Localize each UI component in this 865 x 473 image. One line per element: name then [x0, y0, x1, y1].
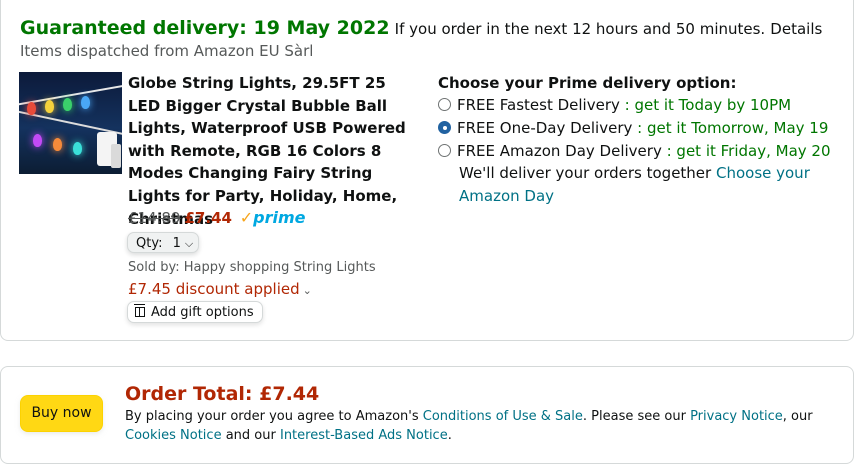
prime-badge: ✓prime [239, 208, 306, 227]
radio-button-selected[interactable] [438, 121, 451, 134]
prime-delivery-heading: Choose your Prime delivery option: [438, 74, 737, 92]
radio-button[interactable] [438, 98, 451, 111]
delivery-headline: Guaranteed delivery: 19 May 2022 [20, 17, 390, 39]
price-row: £14.89 £7.44 ✓prime [128, 208, 306, 227]
product-image[interactable] [19, 72, 122, 174]
add-gift-options-button[interactable]: Add gift options [127, 301, 263, 323]
conditions-link[interactable]: Conditions of Use & Sale [423, 409, 583, 424]
qty-value: 1 [172, 236, 181, 251]
privacy-link[interactable]: Privacy Notice [690, 409, 783, 424]
chevron-down-icon: ⌵ [184, 237, 194, 250]
gift-icon [134, 304, 145, 317]
legal-notice: By placing your order you agree to Amazo… [125, 409, 813, 443]
current-price: £7.44 [184, 209, 232, 227]
delivery-header: Guaranteed delivery: 19 May 2022 If you … [20, 14, 822, 43]
discount-applied[interactable]: £7.45 discount applied ⌄ [128, 280, 312, 298]
ads-notice-link[interactable]: Interest-Based Ads Notice [280, 428, 448, 443]
buy-now-button[interactable]: Buy now [20, 395, 103, 432]
delivery-option-fastest[interactable]: FREE Fastest Delivery : get it Today by … [438, 94, 791, 116]
order-total: Order Total: £7.44 [125, 383, 320, 405]
gift-label: Add gift options [151, 305, 254, 320]
radio-button[interactable] [438, 144, 451, 157]
dispatch-text: Items dispatched from Amazon EU Sàrl [20, 42, 314, 60]
delivery-option-one-day[interactable]: FREE One-Day Delivery : get it Tomorrow,… [438, 117, 828, 139]
prime-check-icon: ✓ [239, 208, 254, 227]
cookies-link[interactable]: Cookies Notice [125, 428, 222, 443]
delivery-option-amazon-day[interactable]: FREE Amazon Day Delivery : get it Friday… [438, 140, 831, 162]
old-price: £14.89 [128, 209, 181, 227]
qty-label: Qty: [136, 236, 163, 251]
order-total-value: £7.44 [259, 383, 320, 405]
product-title[interactable]: Globe String Lights, 29.5FT 25 LED Bigge… [128, 72, 418, 230]
chevron-down-icon: ⌄ [302, 284, 312, 297]
quantity-dropdown[interactable]: Qty: 1 ⌵ [127, 232, 199, 253]
deliver-together-text: We'll deliver your orders together Choos… [459, 164, 810, 205]
sold-by: Sold by: Happy shopping String Lights [128, 260, 376, 275]
details-link[interactable]: Details [770, 20, 822, 38]
order-by-text: If you order in the next 12 hours and 50… [394, 20, 766, 38]
